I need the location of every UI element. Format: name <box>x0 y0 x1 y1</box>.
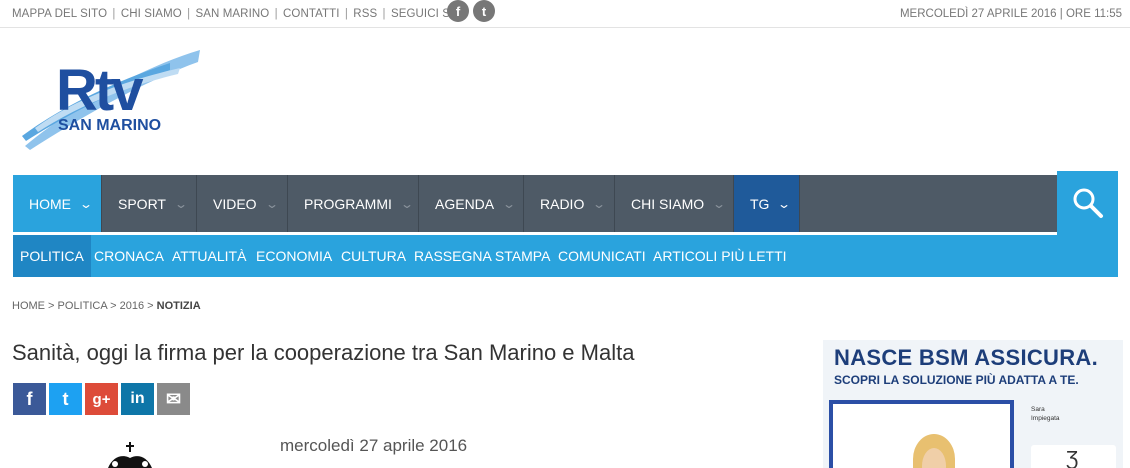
nav-item-agenda[interactable]: AGENDA ⌄ <box>419 175 524 232</box>
ad-photo-frame <box>829 400 1014 468</box>
link-san-marino[interactable]: SAN MARINO <box>195 8 269 20</box>
nav-label: PROGRAMMI <box>304 195 392 212</box>
link-rss[interactable]: RSS <box>353 8 377 20</box>
linkedin-icon[interactable]: in <box>121 383 154 415</box>
facebook-icon[interactable]: f <box>447 0 469 22</box>
nav-label: AGENDA <box>435 195 495 212</box>
main-nav: HOME ⌄ SPORT ⌄ VIDEO ⌄ PROGRAMMI ⌄ AGENDA ⌄ R… <box>13 175 1118 232</box>
mail-icon[interactable]: ✉ <box>157 383 190 415</box>
nav-item-home[interactable]: HOME ⌄ <box>13 175 102 232</box>
chevron-down-icon: ⌄ <box>592 196 607 211</box>
subnav-item-comunicati[interactable]: COMUNICATI <box>558 235 646 277</box>
link-contatti[interactable]: CONTATTI <box>283 8 340 20</box>
article-title: Sanità, oggi la firma per la cooperazion… <box>12 340 635 365</box>
search-icon <box>1073 188 1103 218</box>
ad-person-role: Impiegata <box>1031 415 1060 422</box>
link-chi-siamo[interactable]: CHI SIAMO <box>121 8 182 20</box>
nav-label: TG <box>750 195 770 212</box>
subnav-item-cronaca[interactable]: CRONACA <box>94 235 164 277</box>
separator: | <box>109 8 119 20</box>
crest-icon <box>108 442 152 468</box>
top-bar: MAPPA DEL SITO | CHI SIAMO | SAN MARINO … <box>0 0 1130 28</box>
current-datetime: MERCOLEDÌ 27 APRILE 2016 | ORE 11:55 <box>899 8 1122 20</box>
rtv-logo-icon: Rtv SAN MARINO <box>22 50 200 150</box>
subnav-item-articoli-piu-letti[interactable]: ARTICOLI PIÙ LETTI <box>653 235 787 277</box>
breadcrumb-year[interactable]: 2016 <box>120 300 144 312</box>
top-links: MAPPA DEL SITO | CHI SIAMO | SAN MARINO … <box>12 8 462 20</box>
breadcrumb-politica[interactable]: POLITICA <box>58 300 108 312</box>
breadcrumb-current: NOTIZIA <box>156 300 201 312</box>
separator: | <box>271 8 282 20</box>
chevron-down-icon: ⌄ <box>173 196 189 211</box>
ad-logo: Ʒ <box>1031 445 1116 468</box>
nav-label: VIDEO <box>213 195 257 212</box>
subnav-item-economia[interactable]: ECONOMIA <box>256 235 332 277</box>
advertisement-banner[interactable]: NASCE BSM ASSICURA. SCOPRI LA SOLUZIONE … <box>823 340 1123 468</box>
nav-label: SPORT <box>118 195 166 212</box>
google-plus-icon[interactable]: g+ <box>85 383 118 415</box>
nav-item-sport[interactable]: SPORT ⌄ <box>102 175 197 232</box>
nav-label: CHI SIAMO <box>631 195 705 212</box>
breadcrumb-home[interactable]: HOME <box>12 300 45 312</box>
search-button[interactable] <box>1057 171 1118 235</box>
breadcrumb: HOME > POLITICA > 2016 > NOTIZIA <box>12 300 201 312</box>
separator: | <box>379 8 389 20</box>
subnav-item-politica[interactable]: POLITICA <box>13 235 91 277</box>
logo-sub-text: SAN MARINO <box>58 117 161 134</box>
ad-subtitle: SCOPRI LA SOLUZIONE PIÙ ADATTA A TE. <box>834 373 1079 387</box>
site-logo[interactable]: Rtv SAN MARINO <box>20 48 205 153</box>
chevron-down-icon: ⌄ <box>777 196 792 211</box>
ad-person-caption: Sara Impiegata <box>1031 405 1060 423</box>
nav-item-video[interactable]: VIDEO ⌄ <box>197 175 288 232</box>
share-buttons: f t g+ in ✉ <box>13 383 190 415</box>
nav-item-programmi[interactable]: PROGRAMMI ⌄ <box>288 175 419 232</box>
twitter-icon[interactable]: t <box>473 0 495 22</box>
facebook-icon[interactable]: f <box>13 383 46 415</box>
separator: | <box>183 8 194 20</box>
subnav-item-cultura[interactable]: CULTURA <box>341 235 406 277</box>
crest-image <box>105 440 155 468</box>
chevron-down-icon: ⌄ <box>502 196 517 211</box>
chevron-down-icon: ⌄ <box>78 196 94 211</box>
nav-item-tg[interactable]: TG ⌄ <box>734 175 800 232</box>
twitter-icon[interactable]: t <box>49 383 82 415</box>
subnav-item-rassegna-stampa[interactable]: RASSEGNA STAMPA <box>414 235 550 277</box>
logo-main-text: Rtv <box>56 58 143 123</box>
ad-logo-mark-icon: Ʒ <box>1066 448 1079 468</box>
nav-label: HOME <box>29 195 71 212</box>
article-date: mercoledì 27 aprile 2016 <box>280 436 468 455</box>
sub-nav: POLITICA CRONACA ATTUALITÀ ECONOMIA CULT… <box>13 235 1118 277</box>
nav-item-chi-siamo[interactable]: CHI SIAMO ⌄ <box>615 175 734 232</box>
ad-title: NASCE BSM ASSICURA. <box>834 345 1099 370</box>
chevron-down-icon: ⌄ <box>264 196 279 211</box>
social-links: f t <box>447 0 495 22</box>
chevron-down-icon: ⌄ <box>399 196 414 211</box>
link-mappa-del-sito[interactable]: MAPPA DEL SITO <box>12 8 107 20</box>
separator: | <box>341 8 352 20</box>
nav-item-radio[interactable]: RADIO ⌄ <box>524 175 615 232</box>
subnav-item-attualita[interactable]: ATTUALITÀ <box>172 235 246 277</box>
ad-person-name: Sara <box>1031 406 1045 413</box>
chevron-down-icon: ⌄ <box>712 196 727 211</box>
nav-label: RADIO <box>540 195 585 212</box>
